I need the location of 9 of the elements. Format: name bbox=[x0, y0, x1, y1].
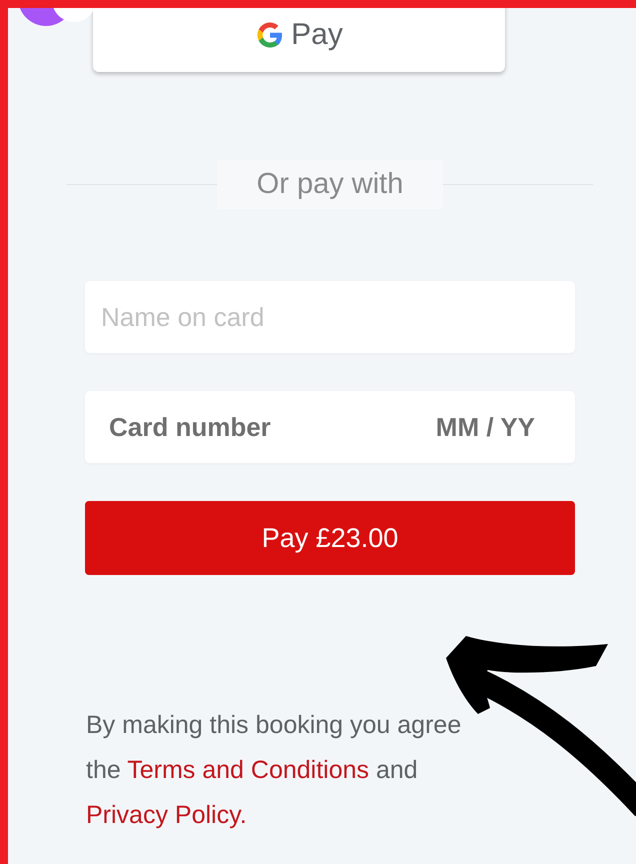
card-details-field[interactable]: Card number MM / YY bbox=[85, 391, 575, 463]
expiry-input[interactable]: MM / YY bbox=[405, 412, 575, 442]
google-pay-button[interactable]: Pay bbox=[93, 8, 505, 72]
terms-notice: By making this booking you agree the Terms and Conditions and Privacy Policy. bbox=[86, 710, 462, 831]
terms-link[interactable]: Terms and Conditions bbox=[127, 756, 370, 784]
name-on-card-field[interactable]: Name on card bbox=[85, 281, 575, 353]
pay-button[interactable]: Pay £23.00 bbox=[85, 501, 575, 575]
card-number-input[interactable]: Card number bbox=[85, 412, 405, 442]
terms-link[interactable]: Privacy Policy. bbox=[86, 801, 247, 829]
